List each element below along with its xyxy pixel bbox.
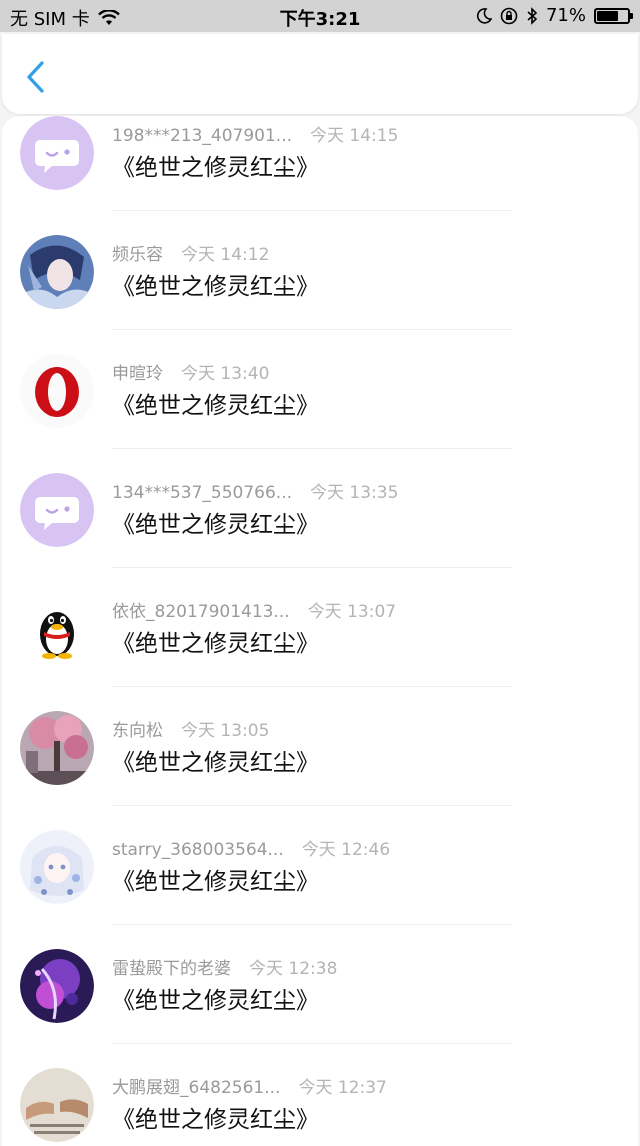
sender-line: 频乐容 今天 14:12	[112, 240, 269, 265]
sender-line: 大鹏展翅_6482561... 今天 12:37	[112, 1073, 387, 1098]
sender-line: 申暄玲 今天 13:40	[112, 359, 269, 384]
battery-fill	[597, 10, 619, 21]
message-row[interactable]: 雷蛰殿下的老婆 今天 12:38 《绝世之修灵红尘》	[2, 909, 638, 1044]
sender-line: 198***213_407901... 今天 14:15	[112, 121, 398, 146]
sender-name: 申暄玲	[112, 364, 163, 384]
message-time: 今天 13:40	[181, 364, 270, 384]
message-text: 《绝世之修灵红尘》	[112, 988, 319, 1014]
sender-name: 198***213_407901...	[112, 126, 293, 146]
message-row[interactable]: 198***213_407901... 今天 14:15 《绝世之修灵红尘》	[2, 116, 638, 211]
message-row[interactable]: starry_368003564... 今天 12:46 《绝世之修灵红尘》	[2, 790, 638, 925]
message-time: 今天 12:38	[249, 959, 338, 979]
message-row[interactable]: 东向松 今天 13:05 《绝世之修灵红尘》	[2, 671, 638, 806]
message-text: 《绝世之修灵红尘》	[112, 869, 319, 895]
message-row[interactable]: 依依_82017901413... 今天 13:07 《绝世之修灵红尘》	[2, 552, 638, 687]
qq-penguin-avatar[interactable]	[20, 592, 94, 666]
message-time: 今天 14:15	[310, 126, 399, 146]
sender-line: 134***537_550766... 今天 13:35	[112, 478, 398, 503]
sender-name: 频乐容	[112, 245, 163, 265]
anime-character-avatar[interactable]	[20, 235, 94, 309]
bluetooth-icon	[527, 6, 538, 25]
sender-line: 东向松 今天 13:05	[112, 716, 269, 741]
sender-name: 东向松	[112, 721, 163, 741]
message-row[interactable]: 申暄玲 今天 13:40 《绝世之修灵红尘》	[2, 314, 638, 449]
sender-name: starry_368003564...	[112, 840, 284, 860]
moon-icon	[476, 7, 492, 24]
default-chat-avatar[interactable]	[20, 473, 94, 547]
nav-bar	[2, 34, 638, 114]
message-row[interactable]: 134***537_550766... 今天 13:35 《绝世之修灵红尘》	[2, 433, 638, 568]
sender-line: 雷蛰殿下的老婆 今天 12:38	[112, 954, 337, 979]
chevron-left-icon	[27, 61, 44, 93]
sender-name: 大鹏展翅_6482561...	[112, 1078, 281, 1098]
battery-icon	[594, 7, 633, 24]
sender-line: starry_368003564... 今天 12:46	[112, 835, 390, 860]
status-bar: 无 SIM 卡 下午3:21 71%	[0, 0, 640, 32]
message-text: 《绝世之修灵红尘》	[112, 1107, 319, 1133]
anime-girl-avatar[interactable]	[20, 830, 94, 904]
sender-line: 依依_82017901413... 今天 13:07	[112, 597, 396, 622]
sender-name: 依依_82017901413...	[112, 602, 290, 622]
message-time: 今天 12:46	[301, 840, 391, 860]
message-row[interactable]: 频乐容 今天 14:12 《绝世之修灵红尘》	[2, 195, 638, 330]
default-chat-avatar[interactable]	[20, 116, 94, 190]
message-time: 今天 13:07	[307, 602, 397, 622]
message-text: 《绝世之修灵红尘》	[112, 631, 319, 657]
battery-percent: 71%	[545, 5, 586, 26]
sender-name: 134***537_550766...	[112, 483, 293, 503]
back-button[interactable]	[22, 60, 52, 94]
sender-name: 雷蛰殿下的老婆	[112, 959, 231, 979]
message-text: 《绝世之修灵红尘》	[112, 155, 319, 181]
opera-logo-avatar[interactable]	[20, 354, 94, 428]
blossom-tree-avatar[interactable]	[20, 711, 94, 785]
message-time: 今天 12:37	[298, 1078, 387, 1098]
message-time: 今天 13:05	[181, 721, 270, 741]
hands-text-avatar[interactable]	[20, 1068, 94, 1142]
message-list: 198***213_407901... 今天 14:15 《绝世之修灵红尘》 频乐…	[2, 116, 638, 1146]
message-text: 《绝世之修灵红尘》	[112, 393, 319, 419]
message-text: 《绝世之修灵红尘》	[112, 512, 319, 538]
rotation-lock-icon	[500, 7, 518, 24]
message-time: 今天 13:35	[310, 483, 399, 503]
message-time: 今天 14:12	[181, 245, 270, 265]
purple-anime-avatar[interactable]	[20, 949, 94, 1023]
message-text: 《绝世之修灵红尘》	[112, 274, 319, 300]
status-right: 71%	[476, 5, 633, 26]
message-row[interactable]: 大鹏展翅_6482561... 今天 12:37 《绝世之修灵红尘》	[2, 1028, 638, 1146]
message-text: 《绝世之修灵红尘》	[112, 750, 319, 776]
